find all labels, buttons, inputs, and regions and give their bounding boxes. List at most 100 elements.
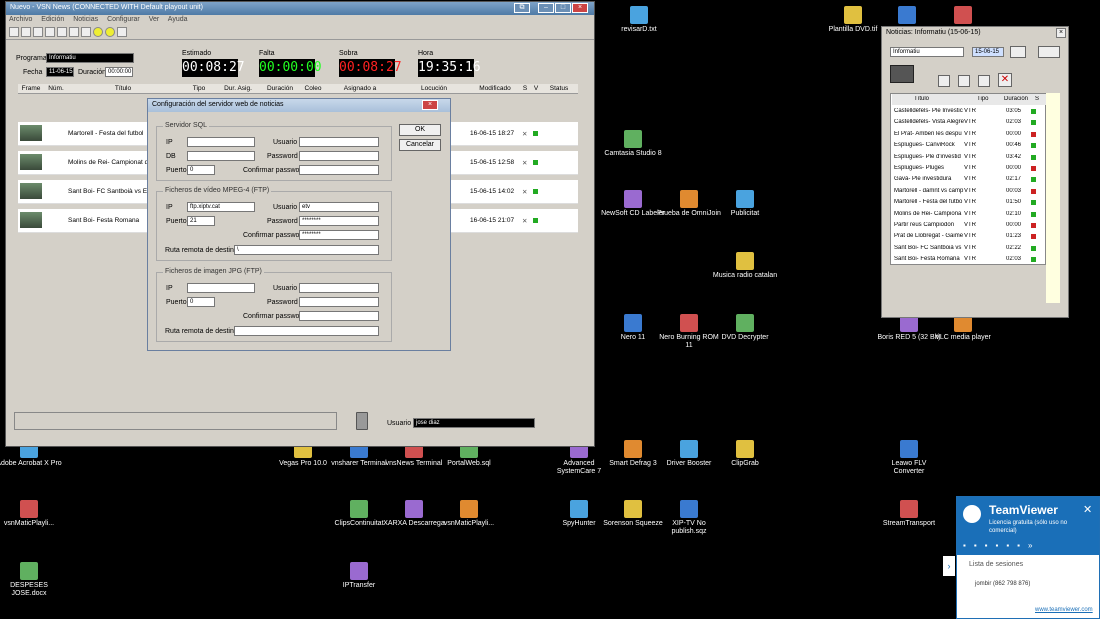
col-v[interactable]: V <box>532 85 540 92</box>
list-item[interactable]: Castelldefels- Ple Investic VTR 03:05 <box>892 106 1046 117</box>
jpg-confirm-field[interactable] <box>299 311 379 321</box>
desktop-icon[interactable]: vsnMaticPlayli... <box>0 500 62 528</box>
menu-configurar[interactable]: Configurar <box>107 16 140 23</box>
list-item[interactable]: Molins de Rei- Campiona VTR 02:10 <box>892 209 1046 220</box>
news-col-s[interactable]: S <box>1035 96 1043 102</box>
desktop-icon[interactable]: XIP-TV No publish.sqz <box>656 500 722 536</box>
list-item[interactable]: Esplugues- Ple d'investid VTR 03:42 <box>892 152 1046 163</box>
col-coleo[interactable]: Coleo <box>300 85 326 92</box>
desktop-icon[interactable]: StreamTransport <box>876 500 942 528</box>
on-air-icon[interactable] <box>93 27 103 37</box>
list-item[interactable]: Esplugues- Pluges VTR 00:00 <box>892 163 1046 174</box>
desktop-icon[interactable]: VLC media player <box>930 314 996 342</box>
list-item[interactable]: Sant Boi- FC Santboià vs VTR 02:22 <box>892 243 1046 254</box>
folder-icon[interactable] <box>45 27 55 37</box>
jpg-password-field[interactable] <box>299 297 379 307</box>
news-col-duracion[interactable]: Duración <box>1004 96 1034 102</box>
desktop-icon[interactable]: ClipGrab <box>712 440 778 468</box>
pen-icon[interactable] <box>69 27 79 37</box>
news-titlebar[interactable]: Noticias: Informatiu (15-06-15) × <box>882 27 1068 40</box>
list-view-icon[interactable] <box>890 65 914 83</box>
col-locucion[interactable]: Locución <box>394 85 474 92</box>
teamviewer-close-icon[interactable]: ✕ <box>1083 503 1092 516</box>
list-item[interactable]: El Prat- Amben les despu VTR 00:00 <box>892 129 1046 140</box>
session-user[interactable]: jombir (862 798 876) <box>975 581 1030 587</box>
jpg-ruta-field[interactable] <box>234 326 379 336</box>
fecha-field[interactable]: 11-06-15 <box>46 67 74 77</box>
desktop-icon[interactable]: Leawo FLV Converter <box>876 440 942 476</box>
news-icon[interactable] <box>105 27 115 37</box>
col-num[interactable]: Núm. <box>46 85 66 92</box>
new-icon[interactable] <box>9 27 19 37</box>
desktop-icon[interactable]: DVD Decrypter <box>712 314 778 342</box>
col-modificado[interactable]: Modificado <box>470 85 520 92</box>
save-icon[interactable] <box>33 27 43 37</box>
col-status[interactable]: Status <box>544 85 574 92</box>
duracion-field[interactable]: 00:00:00 <box>105 67 133 77</box>
news-date-field[interactable]: 15-06-15 <box>972 47 1004 57</box>
sql-usuario-field[interactable] <box>299 137 379 147</box>
list-item[interactable]: Martorell - Festa del futbo VTR 01:50 <box>892 197 1046 208</box>
jpg-usuario-field[interactable] <box>299 283 379 293</box>
trash-icon[interactable] <box>356 412 368 430</box>
video-usuario-field[interactable]: etv <box>299 202 379 212</box>
desktop-icon[interactable]: revisarD.txt <box>606 6 672 34</box>
desktop-icon[interactable]: vsnMaticPlayli... <box>436 500 502 528</box>
main-titlebar[interactable]: Nuevo - VSN News (CONNECTED WITH Default… <box>6 2 594 15</box>
news-close-icon[interactable]: × <box>1056 28 1066 38</box>
exit-icon[interactable] <box>1038 46 1060 58</box>
menu-edicion[interactable]: Edición <box>41 16 64 23</box>
open-icon[interactable] <box>21 27 31 37</box>
folder-open-icon[interactable] <box>978 75 990 87</box>
sessions-label[interactable]: Lista de sesiones <box>969 561 1023 568</box>
cancel-button[interactable]: Cancelar <box>399 139 441 151</box>
teamviewer-link[interactable]: www.teamviewer.com <box>1035 607 1093 613</box>
ok-button[interactable]: OK <box>399 124 441 136</box>
news-col-titulo[interactable]: Título <box>914 96 964 102</box>
jpg-puerto-field[interactable]: 0 <box>187 297 215 307</box>
video-password-field[interactable]: ******** <box>299 216 379 226</box>
menu-ayuda[interactable]: Ayuda <box>168 16 188 23</box>
list-item[interactable]: Sant Boi- Festa Romana VTR 02:03 <box>892 254 1046 265</box>
news-program-select[interactable]: Informatiu <box>890 47 964 57</box>
list-item[interactable]: Castelldefels- Vista Alegre VTR 02:03 <box>892 117 1046 128</box>
folder-icon[interactable] <box>958 75 970 87</box>
col-asignado[interactable]: Asignado a <box>330 85 390 92</box>
desktop-icon[interactable]: Camtasia Studio 8 <box>600 130 666 158</box>
list-item[interactable]: Martorell - damnt vs camp VTR 00:03 <box>892 186 1046 197</box>
maximize-icon[interactable]: □ <box>555 3 571 13</box>
dialog-close-icon[interactable]: × <box>422 100 438 110</box>
folder-open-icon[interactable] <box>57 27 67 37</box>
close-icon[interactable]: × <box>572 3 588 13</box>
col-tipo[interactable]: Tipo <box>184 85 214 92</box>
video-confirm-field[interactable]: ******** <box>299 230 379 240</box>
sql-confirm-field[interactable] <box>299 165 379 175</box>
video-puerto-field[interactable]: 21 <box>187 216 215 226</box>
news-col-tipo[interactable]: Tipo <box>977 96 997 102</box>
desktop-icon[interactable]: DESPESES JOSE.docx <box>0 562 62 598</box>
desktop-icon[interactable]: Musica radio catalan <box>712 252 778 280</box>
programa-field[interactable]: Informatiu <box>46 53 134 63</box>
sql-password-field[interactable] <box>299 151 379 161</box>
edit-doc-icon[interactable] <box>938 75 950 87</box>
sql-puerto-field[interactable]: 0 <box>187 165 215 175</box>
video-ip-field[interactable]: ftp.xiptv.cat <box>187 202 255 212</box>
teamviewer-expand-icon[interactable]: › <box>943 556 955 576</box>
menu-ver[interactable]: Ver <box>149 16 160 23</box>
minimize-icon[interactable]: – <box>538 3 554 13</box>
calendar-icon[interactable] <box>1010 46 1026 58</box>
col-frame[interactable]: Frame <box>20 85 42 92</box>
desktop-icon[interactable]: Publicitat <box>712 190 778 218</box>
list-item[interactable]: Esplugues- CanviRock VTR 00:46 <box>892 140 1046 151</box>
list-item[interactable]: Prat de Llobregat - Gaime VTR 01:23 <box>892 231 1046 242</box>
jpg-ip-field[interactable] <box>187 283 255 293</box>
video-ruta-field[interactable]: \ <box>234 245 379 255</box>
usuario-field[interactable]: jose diaz <box>413 418 535 428</box>
desktop-icon[interactable]: IPTransfer <box>326 562 392 590</box>
sql-ip-field[interactable] <box>187 137 255 147</box>
menu-archivo[interactable]: Archivo <box>9 16 32 23</box>
menu-noticias[interactable]: Noticias <box>73 16 98 23</box>
restore-icon[interactable]: ⧉ <box>514 3 530 13</box>
desktop-icon[interactable] <box>930 6 996 26</box>
col-dur-asig[interactable]: Dur. Asig. <box>218 85 258 92</box>
